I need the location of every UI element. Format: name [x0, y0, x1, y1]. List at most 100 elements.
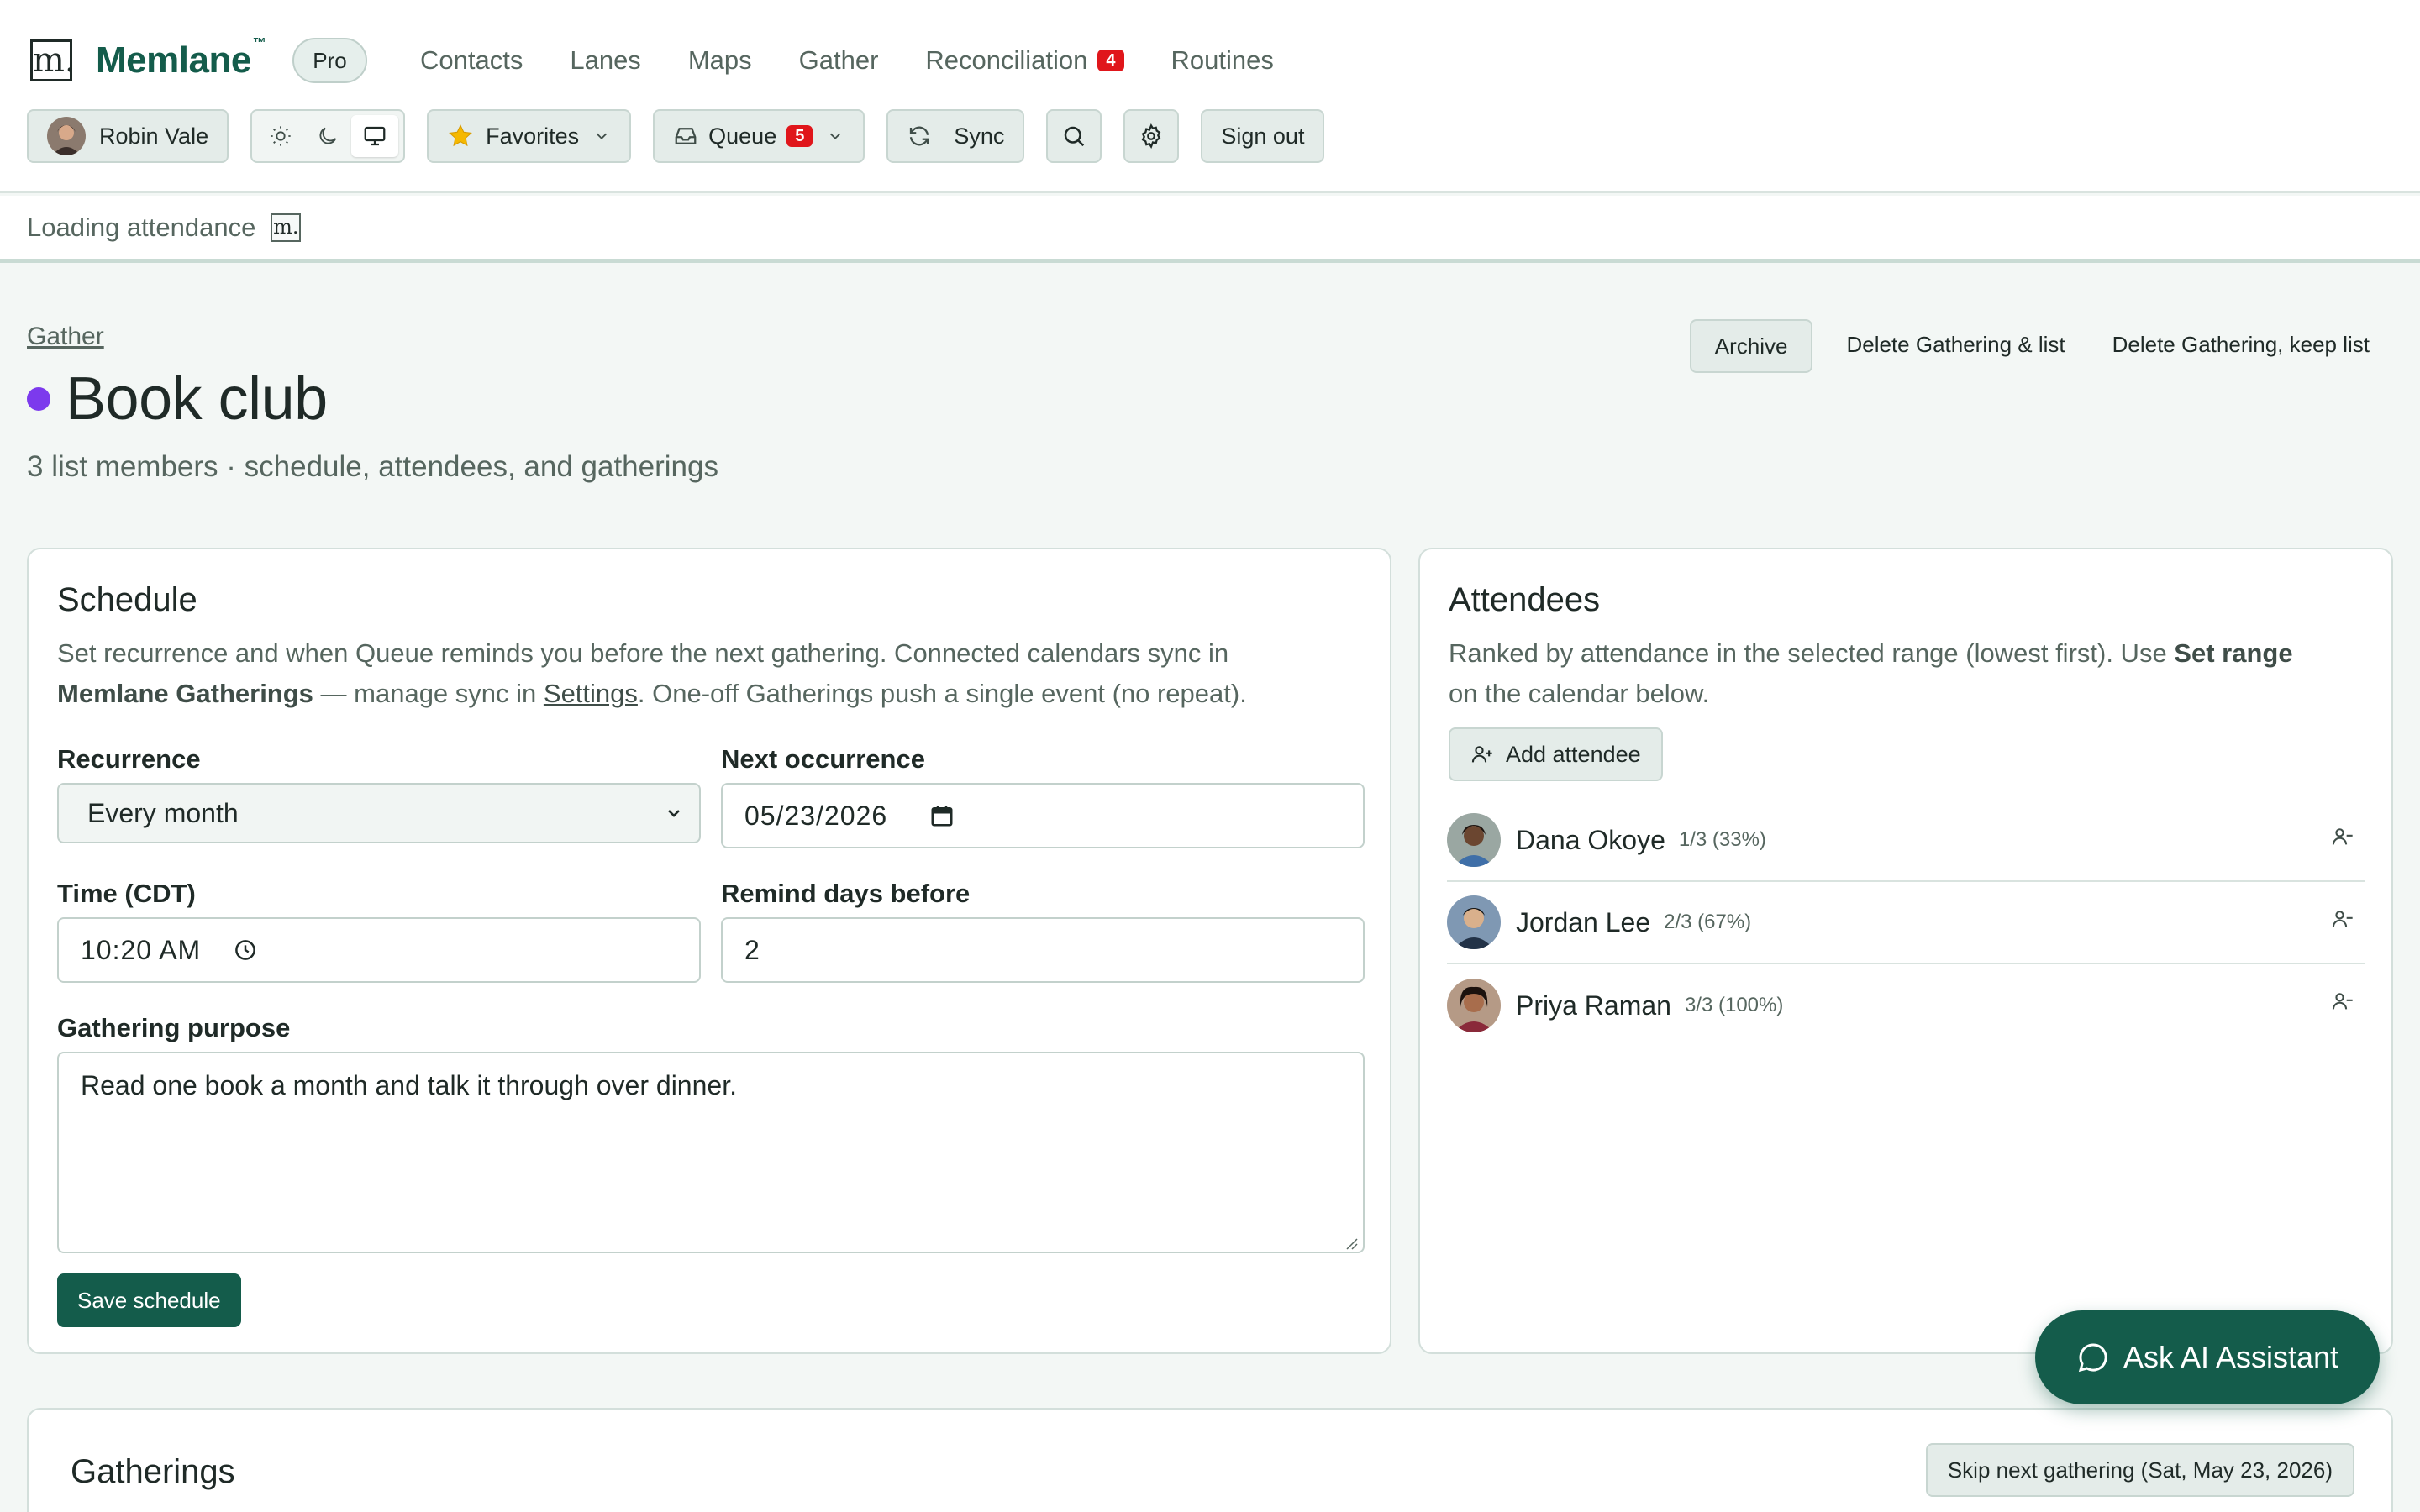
attendees-desc-part-1: Ranked by attendance in the selected ran… — [1449, 638, 2175, 668]
archive-button[interactable]: Archive — [1689, 319, 1813, 373]
sync-label: Sync — [954, 123, 1005, 149]
light-theme-sun-icon[interactable] — [257, 115, 304, 157]
chevron-down-icon — [596, 133, 608, 140]
attendee-row[interactable]: Jordan Lee 2/3 (67%) — [1447, 882, 2365, 964]
user-plus-icon — [1471, 746, 1492, 763]
sync-button[interactable]: Sync — [886, 109, 1025, 163]
save-schedule-button[interactable]: Save schedule — [57, 1273, 241, 1327]
calendar-icon[interactable] — [929, 803, 955, 828]
chat-bubble-icon — [2078, 1343, 2107, 1373]
add-attendee-button[interactable]: Add attendee — [1449, 727, 1663, 781]
attendee-name: Priya Raman — [1516, 990, 1671, 1021]
schedule-title: Schedule — [57, 581, 197, 618]
ask-ai-assistant-button[interactable]: Ask AI Assistant — [2035, 1310, 2380, 1404]
resize-handle-icon[interactable] — [1344, 1236, 1358, 1250]
attendees-description: Ranked by attendance in the selected ran… — [1449, 633, 2373, 714]
ask-ai-assistant-label: Ask AI Assistant — [2123, 1340, 2339, 1374]
memlane-logo-icon: m. — [30, 39, 76, 81]
remove-attendee-icon[interactable] — [2331, 907, 2354, 931]
reconciliation-count-badge: 4 — [1097, 50, 1124, 71]
attendee-avatar — [1447, 813, 1501, 867]
schedule-card: Schedule Set recurrence and when Queue r… — [27, 548, 1392, 1354]
main-nav: Contacts Lanes Maps Gather Reconciliatio… — [420, 37, 1321, 84]
recurrence-value: Every month — [87, 797, 239, 828]
page-subtitle: 3 list members · schedule, attendees, an… — [27, 450, 718, 483]
schedule-desc-bold: Memlane Gatherings — [57, 679, 313, 708]
attendee-avatar — [1447, 979, 1501, 1032]
queue-button[interactable]: Queue 5 — [653, 109, 865, 163]
nav-reconciliation-label: Reconciliation — [925, 45, 1088, 75]
schedule-desc-part-2: — manage sync in — [313, 679, 544, 708]
next-occurrence-value: 05/23/2026 — [744, 800, 888, 831]
refresh-icon — [910, 126, 929, 146]
clock-icon[interactable] — [233, 937, 258, 963]
attendees-title: Attendees — [1449, 581, 1601, 618]
user-avatar — [47, 117, 86, 155]
gatherings-title: Gatherings — [71, 1453, 235, 1490]
time-label: Time (CDT) — [57, 879, 196, 908]
favorites-button[interactable]: Favorites — [427, 109, 632, 163]
system-theme-monitor-icon[interactable] — [351, 115, 399, 157]
dark-theme-moon-icon[interactable] — [304, 115, 351, 157]
nav-routines[interactable]: Routines — [1171, 45, 1274, 76]
nav-maps[interactable]: Maps — [688, 45, 752, 76]
recurrence-label: Recurrence — [57, 744, 201, 774]
nav-gather[interactable]: Gather — [799, 45, 879, 76]
brand-name: Memlane ™ — [96, 36, 266, 81]
inbox-icon — [675, 128, 697, 144]
delete-gathering-and-list-button[interactable]: Delete Gathering & list — [1823, 319, 2088, 373]
loading-text: Loading attendance — [27, 212, 256, 242]
gathering-purpose-textarea[interactable]: Read one book a month and talk it throug… — [57, 1052, 1365, 1253]
attendees-desc-bold: Set range — [2174, 638, 2293, 668]
attendee-stat: 2/3 (67%) — [1664, 911, 1752, 933]
favorites-label: Favorites — [486, 123, 580, 149]
nav-reconciliation[interactable]: Reconciliation 4 — [925, 45, 1124, 76]
page-title: Book club — [66, 365, 328, 433]
schedule-desc-part-1: Set recurrence and when Queue reminds yo… — [57, 638, 1229, 668]
gatherings-card: Gatherings Skip next gathering (Sat, May… — [27, 1408, 2393, 1512]
queue-label: Queue — [708, 123, 777, 149]
color-dot-icon — [27, 387, 50, 411]
plan-badge: Pro — [292, 38, 367, 83]
loading-bar: Loading attendance m. — [0, 196, 2420, 263]
remind-days-input[interactable]: 2 — [721, 917, 1365, 983]
chevron-down-icon — [668, 810, 680, 817]
next-occurrence-date-input[interactable]: 05/23/2026 — [721, 783, 1365, 848]
user-name: Robin Vale — [99, 123, 209, 149]
remind-days-label: Remind days before — [721, 879, 971, 908]
gathering-purpose-label: Gathering purpose — [57, 1013, 291, 1042]
attendee-row[interactable]: Dana Okoye 1/3 (33%) — [1447, 800, 2365, 882]
top-bar: m. Memlane ™ Pro Contacts Lanes Maps Gath… — [0, 0, 2420, 193]
time-input[interactable]: 10:20 AM — [57, 917, 701, 983]
queue-count-badge: 5 — [786, 125, 813, 147]
next-occurrence-label: Next occurrence — [721, 744, 925, 774]
remove-attendee-icon[interactable] — [2331, 825, 2354, 848]
brand[interactable]: m. Memlane ™ Pro — [30, 34, 367, 87]
nav-lanes[interactable]: Lanes — [570, 45, 640, 76]
skip-next-gathering-button[interactable]: Skip next gathering (Sat, May 23, 2026) — [1925, 1443, 2354, 1497]
sign-out-button[interactable]: Sign out — [1201, 109, 1325, 163]
delete-gathering-keep-list-button[interactable]: Delete Gathering, keep list — [2089, 319, 2393, 373]
schedule-desc-part-3: . One-off Gatherings push a single event… — [637, 679, 1247, 708]
settings-link[interactable]: Settings — [544, 679, 638, 708]
attendee-avatar — [1447, 895, 1501, 949]
time-value: 10:20 AM — [81, 934, 202, 965]
star-icon — [449, 124, 472, 147]
remove-attendee-icon[interactable] — [2331, 990, 2354, 1013]
settings-button[interactable] — [1123, 109, 1180, 163]
attendee-stat: 3/3 (100%) — [1684, 994, 1784, 1016]
gear-icon — [1142, 123, 1161, 149]
recurrence-select[interactable]: Every month — [57, 783, 701, 843]
attendee-name: Dana Okoye — [1516, 824, 1665, 855]
breadcrumb-gather[interactable]: Gather — [27, 323, 104, 351]
user-menu-button[interactable]: Robin Vale — [27, 109, 229, 163]
attendee-stat: 1/3 (33%) — [1678, 828, 1766, 851]
loading-logo-icon: m. — [271, 213, 302, 242]
theme-switcher — [250, 109, 406, 163]
schedule-description: Set recurrence and when Queue reminds yo… — [57, 633, 1376, 714]
attendee-row[interactable]: Priya Raman 3/3 (100%) — [1447, 964, 2365, 1047]
nav-contacts[interactable]: Contacts — [420, 45, 523, 76]
search-icon — [1065, 126, 1085, 147]
search-button[interactable] — [1046, 109, 1102, 163]
toolbar: Robin Vale Favorites Queue 5 Sync Sign o… — [27, 109, 1346, 163]
